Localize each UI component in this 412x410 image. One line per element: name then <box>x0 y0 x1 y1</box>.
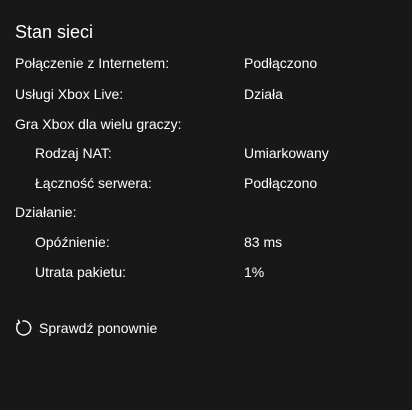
section-xbox-multiplayer: Gra Xbox dla wielu graczy: <box>0 114 412 134</box>
row-label: Rodzaj NAT: <box>35 145 112 161</box>
recheck-label: Sprawdź ponownie <box>39 320 158 336</box>
section-label: Gra Xbox dla wielu graczy: <box>15 116 182 132</box>
section-label: Działanie: <box>15 204 77 220</box>
row-xbox-live-services: Usługi Xbox Live: Działa <box>0 84 412 104</box>
row-label: Opóźnienie: <box>35 234 110 250</box>
row-label: Usługi Xbox Live: <box>15 86 124 102</box>
row-value: 83 ms <box>244 234 283 250</box>
row-label: Łączność serwera: <box>35 175 152 191</box>
row-value: 1% <box>244 264 265 280</box>
row-value: Podłączono <box>244 55 318 71</box>
row-latency: Opóźnienie: 83 ms <box>0 232 412 252</box>
row-internet-connection: Połączenie z Internetem: Podłączono <box>0 53 412 73</box>
row-value: Podłączono <box>244 175 318 191</box>
row-packet-loss: Utrata pakietu: 1% <box>0 262 412 282</box>
recheck-button[interactable]: Sprawdź ponownie <box>14 317 157 339</box>
row-server-connectivity: Łączność serwera: Podłączono <box>0 173 412 193</box>
section-performance: Działanie: <box>0 202 412 222</box>
row-value: Działa <box>244 86 283 102</box>
row-label: Utrata pakietu: <box>35 264 127 280</box>
refresh-icon <box>14 319 32 337</box>
row-nat-type: Rodzaj NAT: Umiarkowany <box>0 143 412 163</box>
row-value: Umiarkowany <box>244 145 329 161</box>
row-label: Połączenie z Internetem: <box>15 55 170 71</box>
panel-title: Stan sieci <box>15 22 94 42</box>
